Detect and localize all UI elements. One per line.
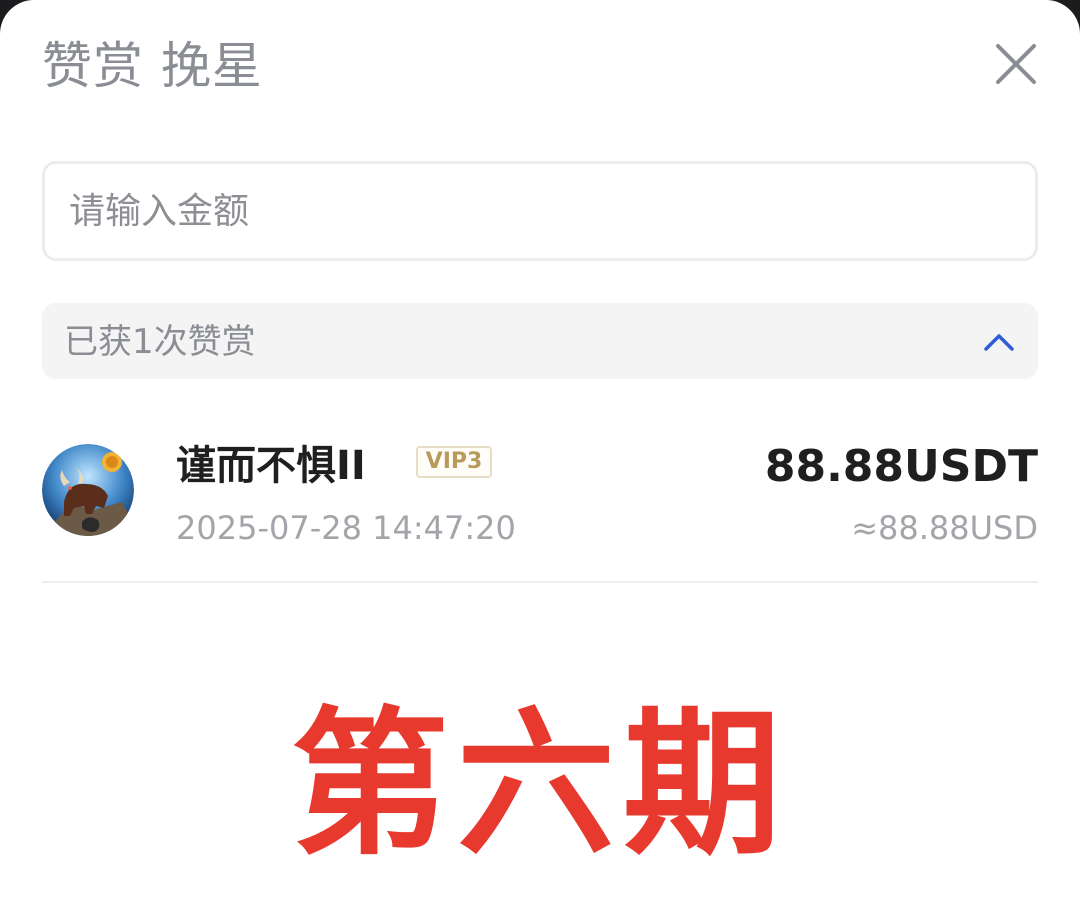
username: 谨而不惧II (176, 443, 366, 489)
tip-list-item[interactable]: 谨而不惧II VIP3 2025-07-28 14:47:20 88.88USD… (42, 420, 1038, 582)
chevron-up-icon[interactable] (982, 327, 1016, 355)
tips-count-label: 已获1次赞赏 (64, 322, 256, 362)
amount-input[interactable] (42, 161, 1038, 261)
tip-amount-usd: ≈88.88USD (851, 509, 1038, 547)
divider (42, 581, 1038, 583)
bull-avatar-icon (42, 444, 134, 536)
vip-badge: VIP3 (416, 446, 492, 478)
tips-summary-toggle[interactable]: 已获1次赞赏 (42, 303, 1038, 379)
overlay-text: 第六期 (291, 693, 789, 877)
reward-sheet: 赞赏 挽星 已获1次赞赏 (0, 0, 1080, 919)
sheet-title: 赞赏 挽星 (42, 37, 263, 95)
avatar[interactable] (42, 444, 134, 536)
tip-timestamp: 2025-07-28 14:47:20 (176, 509, 516, 547)
close-icon[interactable] (990, 38, 1042, 90)
tip-amount: 88.88USDT (764, 441, 1038, 492)
